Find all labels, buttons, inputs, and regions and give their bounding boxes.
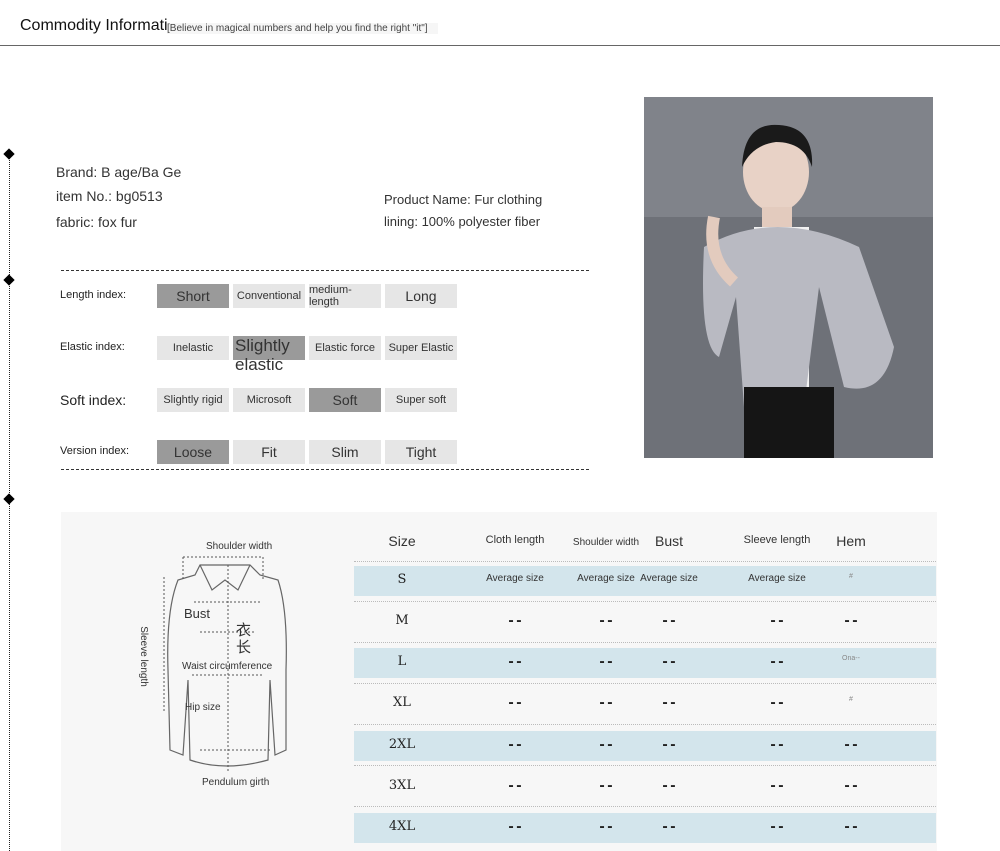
measure-cell: -- [598,738,614,753]
measure-cell: -- [507,738,523,753]
measure-cell: -- [598,696,614,711]
item-number: item No.: bg0513 [56,188,163,204]
index-option: Conventional [233,284,305,308]
measure-cell: -- [598,779,614,794]
product-photo [644,97,933,458]
label-shoulder-width: Shoulder width [206,541,273,552]
column-header: Hem [836,533,866,549]
divider [61,270,589,271]
measure-cell: -- [507,820,523,835]
index-option: Slightly elastic [233,336,305,374]
measure-cell: # [849,573,853,580]
label-waist: Waist circumference [182,661,273,672]
column-header: Cloth length [485,534,545,546]
measure-cell: -- [507,655,523,670]
diamond-icon [3,274,15,286]
header-divider [0,45,1000,46]
measure-cell: -- [769,614,785,629]
size-cell: 4XL [388,819,416,834]
measure-cell: -- [843,614,859,629]
label-cloth-length-cn: 衣长 [236,621,252,656]
brand: Brand: B age/Ba Ge [56,164,182,180]
label-bust: Bust [184,606,211,621]
product-detail-page: Commodity Informati [Believe in magical … [0,0,1000,851]
index-label: Elastic index: [60,341,125,353]
index-option: Loose [157,440,229,464]
measure-cell: -- [661,738,677,753]
label-pendulum-girth: Pendulum girth [202,777,270,788]
row-divider [354,806,936,807]
row-divider [354,683,936,684]
size-cell: M [395,613,409,628]
index-option: Super Elastic [385,336,457,360]
index-option: Slim [309,440,381,464]
measure-cell: -- [661,655,677,670]
row-divider [354,724,936,725]
index-option: Inelastic [157,336,229,360]
diamond-icon [3,493,15,505]
measure-cell: -- [507,696,523,711]
row-divider [354,642,936,643]
index-option: Slightly rigid [157,388,229,412]
size-cell: S [397,572,407,587]
size-cell: XL [393,695,411,710]
measure-cell: # [849,696,853,703]
measure-cell: -- [843,738,859,753]
column-header: Size [388,533,416,549]
fabric: fabric: fox fur [56,214,137,230]
measure-cell: -- [769,738,785,753]
measure-cell: -- [769,820,785,835]
measure-cell: -- [598,614,614,629]
divider [61,469,589,470]
measure-cell: Average size [748,573,806,584]
index-label: Version index: [60,445,130,457]
product-name: Product Name: Fur clothing [384,192,543,207]
column-header: Sleeve length [743,534,811,546]
lining: lining: 100% polyester fiber [384,214,541,229]
measure-cell: -- [661,696,677,711]
measure-cell: Average size [577,573,635,584]
index-option: Microsoft [233,388,305,412]
measure-cell: -- [769,779,785,794]
measure-cell: Average size [486,573,544,584]
label-hip: Hip size [185,702,221,713]
row-divider [354,601,936,602]
index-option: Soft [309,388,381,412]
column-header: Shoulder width [572,537,640,548]
index-label: Length index: [60,289,127,301]
measure-cell: -- [598,655,614,670]
table-row-band [354,648,936,678]
measure-cell: -- [769,696,785,711]
index-option: Elastic force [309,336,381,360]
index-option: Long [385,284,457,308]
index-option: Super soft [385,388,457,412]
index-option: Short [157,284,229,308]
measure-cell: -- [507,779,523,794]
measure-cell: -- [843,779,859,794]
measure-cell: Ona-- [842,655,860,662]
measure-cell: -- [661,614,677,629]
measure-cell: -- [843,820,859,835]
index-label: Soft index: [60,392,127,408]
section-title: Commodity Informati [20,17,168,35]
measure-cell: -- [507,614,523,629]
size-cell: 3XL [388,778,416,793]
index-option: medium-length [309,284,381,308]
label-sleeve-length: Sleeve length [137,626,149,687]
index-option: Fit [233,440,305,464]
measure-cell: -- [598,820,614,835]
section-subtitle: [Believe in magical numbers and help you… [167,23,438,34]
row-divider [354,561,936,562]
measure-cell: -- [661,779,677,794]
measure-cell: -- [661,820,677,835]
diamond-icon [3,148,15,160]
column-header: Bust [654,533,684,549]
size-cell: 2XL [388,737,416,752]
row-divider [354,765,936,766]
index-option: Tight [385,440,457,464]
measure-cell: -- [769,655,785,670]
measure-cell: Average size [640,573,698,584]
size-cell: L [397,654,407,669]
